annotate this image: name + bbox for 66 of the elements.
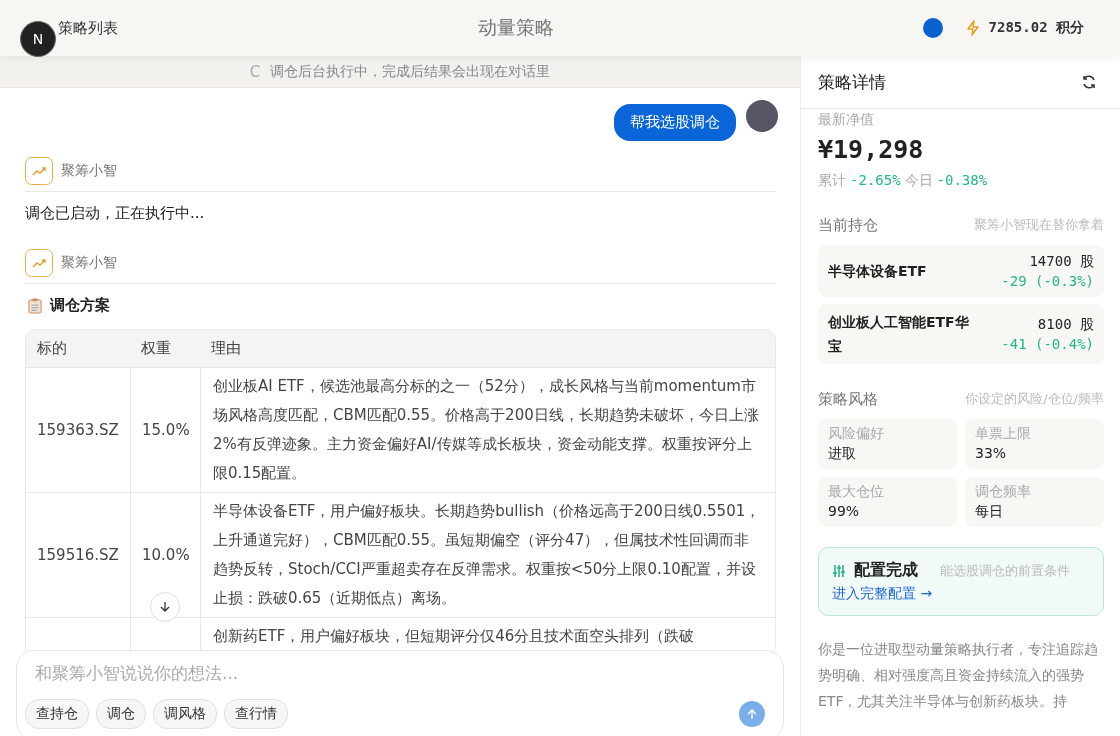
style-value: 99% <box>828 503 861 519</box>
send-button[interactable] <box>739 701 765 727</box>
full-config-link[interactable]: 进入完整配置 → <box>832 585 933 603</box>
style-label: 最大仓位 <box>828 483 885 501</box>
column-header: 理由 <box>210 338 242 359</box>
section-title: 当前持仓 <box>818 216 878 235</box>
return-value: -2.65% <box>850 172 901 190</box>
table-cell: 10.0% <box>142 546 190 564</box>
config-hint: 能选股调仓的前置条件 <box>940 561 1070 580</box>
sender-name: 聚筹小智 <box>61 254 117 272</box>
holding-name: 创业板人工智能ETF华宝 <box>828 313 970 356</box>
trend-icon <box>25 157 53 185</box>
assistant-message: 调仓已启动，正在执行中... <box>25 203 206 224</box>
points-balance: 7285.02 积分 <box>988 19 1084 37</box>
holding-change: -41 (-0.4%) <box>1001 335 1094 354</box>
holding-shares: 14700 股 <box>1029 252 1094 271</box>
nav-label: 最新净值 <box>818 111 875 129</box>
holding-name: 半导体设备ETF <box>828 262 928 281</box>
column-header: 标的 <box>36 338 68 359</box>
style-value: 每日 <box>975 503 1004 521</box>
user-message: 帮我选股调仓 <box>614 104 736 141</box>
table-cell-text: 创业板AI ETF，候选池最高分标的之一（52分），成长风格与当前momentum市场风格高度匹配，CBM匹配0.55。价格高于200日线，长期趋势未破坏，今日上涨2%有反弹迹象。主力资金偏好AI/传媒等成长板块，资金动能支撑。权重按评分上限0.15配置。 <box>213 376 760 484</box>
trend-icon <box>25 249 53 277</box>
page-title: 动量策略 <box>478 15 555 40</box>
spinner-icon: C <box>249 62 261 81</box>
quick-action-chip[interactable]: 查持仓 <box>25 699 89 729</box>
sender-name: 聚筹小智 <box>61 162 117 180</box>
config-title: 配置完成 <box>854 560 918 581</box>
holding-shares: 8100 股 <box>1037 315 1094 334</box>
table-cell: 15.0% <box>142 421 190 439</box>
return-value: -0.38% <box>936 172 988 190</box>
plan-title: 调仓方案 <box>50 296 110 315</box>
back-link[interactable]: 策略列表 <box>58 18 478 38</box>
panel-title: 策略详情 <box>818 70 886 94</box>
nav-value: ¥19,298 <box>818 135 925 164</box>
quick-action-chip[interactable]: 调风格 <box>153 699 217 729</box>
return-label: 累计 <box>818 172 846 190</box>
table-cell-text: 半导体设备ETF，用户偏好板块。长期趋势bullish（价格远高于200日线0.5501，上升通道完好），CBM匹配0.55。虽短期偏空（评分47），但属技术性回调而非趋势反转，Stoch/CCI严重超卖存在反弹需求。权重按<50分上限0.10配置，并设止损：跌破0.65（近期低点）离场。 <box>213 501 762 609</box>
section-hint: 聚筹小智现在替你拿着 <box>974 216 1104 234</box>
quick-action-chip[interactable]: 调仓 <box>96 699 146 729</box>
arrow-up-icon <box>746 708 758 720</box>
return-label: 今日 <box>904 172 933 190</box>
table-cell: 159363.SZ <box>37 421 119 439</box>
style-label: 单票上限 <box>975 425 1032 443</box>
column-header: 权重 <box>140 338 172 359</box>
style-value: 33% <box>975 445 1008 461</box>
sliders-icon <box>832 563 846 578</box>
holding-change: -29 (-0.3%) <box>1001 272 1094 291</box>
section-title: 策略风格 <box>818 390 878 409</box>
style-value: 进取 <box>828 445 857 463</box>
arrow-down-icon <box>159 601 171 613</box>
scroll-down-button[interactable] <box>150 592 180 622</box>
table-cell-text: 创新药ETF，用户偏好板块，但短期评分仅46分且技术面空头排列（跌破 <box>213 626 695 647</box>
message-input[interactable]: 和聚筹小智说说你的想法... <box>35 663 635 683</box>
table-cell: 159516.SZ <box>37 546 119 564</box>
clipboard-icon <box>28 297 42 314</box>
notice-text: 调仓后台执行中，完成后结果会出现在对话里 <box>270 62 551 81</box>
user-avatar <box>746 100 778 132</box>
lightning-icon <box>964 20 981 36</box>
section-hint: 你设定的风险/仓位/频率 <box>965 390 1104 408</box>
style-label: 调仓频率 <box>975 483 1032 501</box>
status-dot <box>922 18 943 38</box>
refresh-icon[interactable] <box>1081 74 1097 90</box>
style-label: 风险偏好 <box>828 425 885 443</box>
strategy-description: 你是一位进取型动量策略执行者，专注追踪趋势明确、相对强度高且资金持续流入的强势ETF，尤其关注半导体与创新药板块。持 <box>818 640 1099 711</box>
quick-action-chip[interactable]: 查行情 <box>224 699 288 729</box>
